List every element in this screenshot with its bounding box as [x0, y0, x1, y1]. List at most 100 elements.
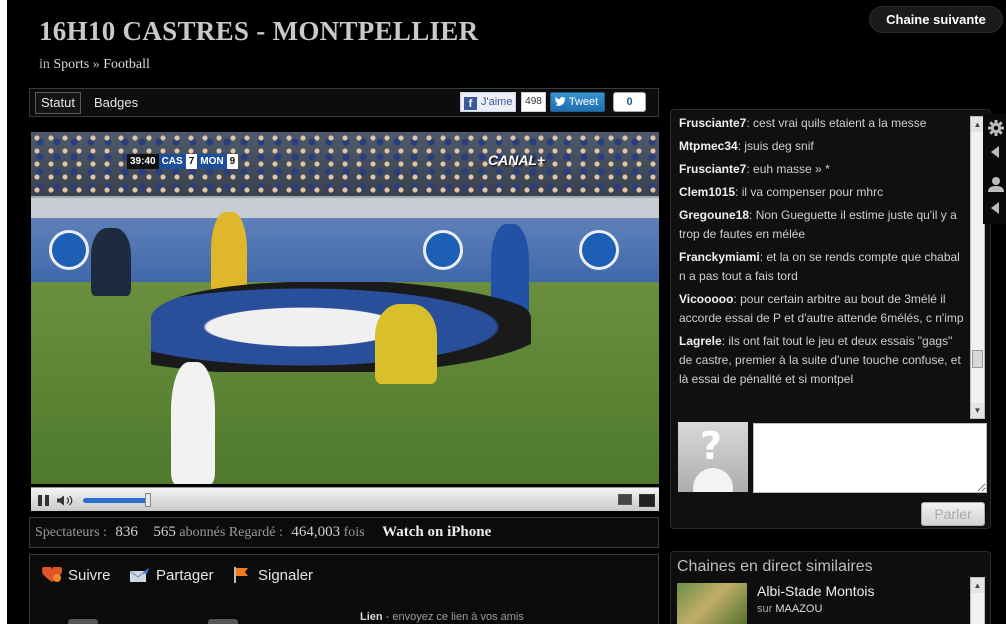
watch-on-iphone-link[interactable]: Watch on iPhone: [382, 524, 491, 540]
chat-message: Lagrele: ils ont fait tout le jeu et deu…: [679, 332, 967, 389]
photographer-figure: [91, 228, 131, 296]
scroll-up-arrow[interactable]: ▲: [971, 578, 984, 593]
send-button[interactable]: Parler: [921, 502, 985, 526]
chat-messages: Frusciante7: cest vrai quils etaient a l…: [679, 114, 967, 422]
channel-by-label: sur: [757, 603, 773, 615]
channel-name-link[interactable]: Albi-Stade Montois: [757, 583, 875, 599]
chat-message: Gregoune18: Non Gueguette il estime just…: [679, 206, 967, 244]
share-option-button[interactable]: [208, 619, 238, 624]
chat-message: Mtpmec34: jsuis deg snif: [679, 137, 967, 156]
like-count: 498: [521, 92, 546, 112]
stats-bar: Spectateurs : 836 565 abonnés Regardé : …: [29, 517, 659, 548]
collapse-arrow-icon[interactable]: [991, 202, 999, 214]
tweet-button[interactable]: Tweet: [550, 92, 605, 112]
chat-username[interactable]: Clem1015: [679, 185, 735, 199]
chat-username[interactable]: Frusciante7: [679, 116, 746, 130]
user-icon[interactable]: [988, 176, 1004, 192]
share-button[interactable]: Partager: [130, 567, 214, 584]
chat-message: Vicooooo: pour certain arbitre au bout d…: [679, 290, 967, 328]
player-controls: [31, 487, 659, 511]
page: 16H10 CASTRES - MONTPELLIER in Sports » …: [7, 0, 1006, 624]
channel-owner-link[interactable]: MAAZOU: [775, 603, 822, 615]
viewers-label: Spectateurs :: [35, 525, 107, 540]
collapse-arrow-icon[interactable]: [991, 146, 999, 158]
report-button[interactable]: Signaler: [232, 567, 313, 584]
viewers-count: 836: [115, 524, 138, 540]
volume-icon[interactable]: [57, 495, 75, 506]
chat-message: Frusciante7: cest vrai quils etaient a l…: [679, 114, 967, 133]
chat-panel: Frusciante7: cest vrai quils etaient a l…: [670, 109, 991, 529]
watched-label: Regardé :: [228, 525, 283, 540]
volume-slider-handle[interactable]: [145, 493, 151, 507]
subscribers-count: 565: [153, 524, 176, 540]
sponsor-logo: [423, 230, 463, 270]
channel-thumbnail[interactable]: [677, 583, 747, 624]
tab-badges[interactable]: Badges: [88, 92, 144, 114]
watched-suffix: fois: [343, 525, 365, 540]
chat-text: : il va compenser pour mhrc: [735, 185, 884, 199]
broadcaster-logo: CANAL+: [488, 152, 546, 168]
scoreboard-overlay: 39:40 CAS 7 MON 9: [127, 154, 239, 169]
chat-text: : ils ont fait tout le jeu et deux essai…: [679, 334, 961, 386]
chat-username[interactable]: Lagrele: [679, 334, 722, 348]
pause-button[interactable]: [38, 495, 49, 506]
facebook-like-button[interactable]: f J'aime: [460, 92, 516, 112]
similar-scrollbar[interactable]: ▲: [970, 577, 985, 624]
heart-icon: [42, 567, 62, 582]
chat-input[interactable]: [753, 423, 987, 493]
avatar: ?: [678, 422, 748, 492]
actions-bar: Suivre Partager Signaler Lien - envoyez …: [29, 554, 659, 624]
tab-statut[interactable]: Statut: [35, 92, 81, 114]
chat-message: Franckymiami: et la on se rends compte q…: [679, 248, 967, 286]
scroll-down-arrow[interactable]: ▼: [971, 403, 984, 418]
chat-text: : euh masse » *: [746, 162, 830, 176]
follow-button[interactable]: Suivre: [42, 567, 111, 584]
video-player[interactable]: 39:40 CAS 7 MON 9 CANAL+: [31, 132, 659, 484]
watched-count: 464,003: [291, 524, 341, 540]
home-score: 7: [185, 154, 198, 169]
sponsor-logo: [579, 230, 619, 270]
breadcrumb-category-link[interactable]: Sports: [53, 57, 89, 72]
share-icon: [130, 568, 149, 582]
breadcrumb-in: in: [39, 57, 50, 72]
share-option-button[interactable]: [68, 619, 98, 624]
chat-username[interactable]: Frusciante7: [679, 162, 746, 176]
chat-message: Clem1015: il va compenser pour mhrc: [679, 183, 967, 202]
next-channel-button[interactable]: Chaine suivante: [869, 6, 1003, 33]
share-label: Partager: [156, 567, 214, 584]
chat-message: Frusciante7: euh masse » *: [679, 160, 967, 179]
small-screen-button[interactable]: [618, 494, 632, 505]
twitter-bird-icon: [555, 97, 566, 106]
match-clock: 39:40: [127, 154, 159, 169]
advertising-boards: [31, 196, 659, 218]
tweet-count: 0: [613, 92, 646, 112]
chat-username[interactable]: Gregoune18: [679, 208, 749, 222]
volume-slider[interactable]: [83, 498, 148, 503]
facebook-icon: f: [464, 97, 477, 110]
subscribers-label: abonnés: [179, 525, 226, 540]
channel-owner: sur MAAZOU: [757, 603, 822, 615]
side-tools: [983, 114, 1006, 224]
chat-username[interactable]: Mtpmec34: [679, 139, 738, 153]
like-label: J'aime: [481, 96, 513, 108]
breadcrumb-separator: »: [92, 57, 100, 72]
chat-text: : jsuis deg snif: [737, 139, 814, 153]
referee-in-scrum-figure: [375, 304, 437, 384]
gear-icon[interactable]: [988, 120, 1004, 136]
link-label: Lien: [360, 611, 383, 623]
chat-scroll-thumb[interactable]: [972, 350, 983, 368]
report-label: Signaler: [258, 567, 314, 584]
similar-channels-panel: Chaines en direct similaires Albi-Stade …: [670, 551, 991, 624]
follow-label: Suivre: [68, 567, 111, 584]
away-team: MON: [197, 154, 227, 169]
chat-text: : cest vrai quils etaient a la messe: [746, 116, 927, 130]
chat-username[interactable]: Franckymiami: [679, 250, 760, 264]
tab-bar: Statut Badges f J'aime 498 Tweet 0: [29, 88, 659, 117]
fullscreen-button[interactable]: [639, 494, 655, 507]
chat-username[interactable]: Vicooooo: [679, 292, 733, 306]
home-team: CAS: [158, 154, 186, 169]
tweet-label: Tweet: [568, 96, 599, 108]
scrum-half-figure: [171, 362, 215, 484]
breadcrumb-subcategory-link[interactable]: Football: [103, 57, 150, 72]
similar-channels-title: Chaines en direct similaires: [677, 558, 873, 575]
